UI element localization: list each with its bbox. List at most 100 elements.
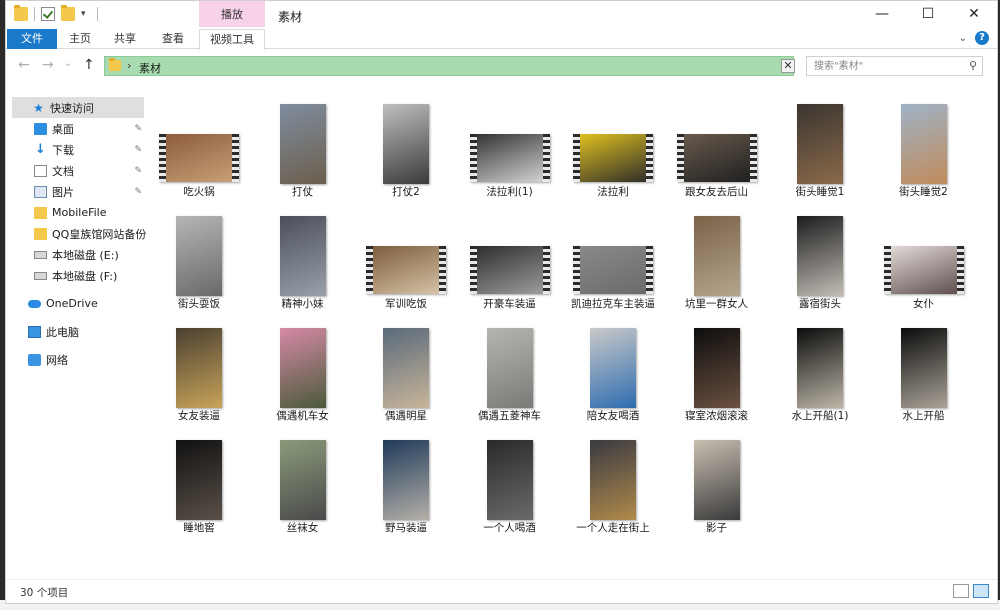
search-input[interactable] — [807, 57, 957, 75]
file-item[interactable]: 水上开船 — [879, 312, 969, 432]
video-thumbnail[interactable] — [672, 328, 762, 410]
file-item[interactable]: 偶遇明星 — [361, 312, 451, 432]
file-item[interactable]: 街头睡觉1 — [775, 88, 865, 208]
help-icon[interactable]: ? — [975, 31, 989, 45]
file-item[interactable]: 打仗 — [258, 88, 348, 208]
recent-locations-button[interactable]: ⌄ — [64, 58, 72, 69]
video-thumbnail[interactable] — [465, 328, 555, 410]
video-thumbnail[interactable] — [672, 216, 762, 298]
file-item[interactable]: 精神小妹 — [258, 200, 348, 320]
video-thumbnail[interactable] — [258, 440, 348, 522]
tab-file[interactable]: 文件 — [7, 29, 57, 49]
video-thumbnail[interactable] — [879, 328, 969, 410]
video-thumbnail[interactable] — [568, 328, 658, 410]
video-thumbnail[interactable] — [154, 216, 244, 298]
context-tab-play[interactable]: 播放 — [199, 1, 265, 27]
sidebar-item-drive-f[interactable]: 本地磁盘 (F:) — [6, 265, 146, 286]
forward-button[interactable]: → — [42, 57, 54, 73]
video-thumbnail[interactable] — [568, 440, 658, 522]
video-thumbnail[interactable] — [361, 328, 451, 410]
pin-icon[interactable]: ✎ — [134, 166, 142, 176]
sidebar-item-downloads[interactable]: ↓ 下载 ✎ — [6, 139, 146, 160]
search-box[interactable]: ⚲ — [806, 56, 983, 76]
file-item[interactable]: 偶遇五菱神车 — [465, 312, 555, 432]
video-thumbnail[interactable] — [154, 440, 244, 522]
file-item[interactable]: 睡地窖 — [154, 424, 244, 544]
pin-icon[interactable]: ✎ — [134, 187, 142, 197]
video-thumbnail[interactable] — [879, 104, 969, 186]
video-thumbnail[interactable] — [361, 440, 451, 522]
back-button[interactable]: ← — [18, 57, 30, 73]
file-item[interactable]: 野马装逼 — [361, 424, 451, 544]
tab-view[interactable]: 查看 — [152, 29, 194, 49]
sidebar-item-this-pc[interactable]: 此电脑 — [6, 321, 146, 342]
folder-icon[interactable] — [14, 5, 28, 21]
tab-home[interactable]: 主页 — [60, 29, 100, 49]
video-thumbnail[interactable] — [568, 216, 658, 298]
video-thumbnail[interactable] — [775, 328, 865, 410]
video-thumbnail[interactable] — [672, 104, 762, 186]
file-item[interactable]: 女仆 — [879, 200, 969, 320]
chevron-down-icon[interactable]: ⌄ — [959, 33, 967, 44]
minimize-button[interactable]: — — [859, 1, 905, 29]
video-thumbnail[interactable] — [258, 328, 348, 410]
sidebar-item-drive-e[interactable]: 本地磁盘 (E:) — [6, 244, 146, 265]
file-item[interactable]: 一个人喝酒 — [465, 424, 555, 544]
customize-toolbar-icon[interactable]: ▾ — [81, 9, 91, 19]
sidebar-item-documents[interactable]: 文档 ✎ — [6, 160, 146, 181]
address-bar[interactable]: › 素材 ⌄ — [104, 56, 794, 76]
tab-video-tools[interactable]: 视频工具 — [199, 29, 265, 50]
new-folder-icon[interactable] — [61, 5, 75, 21]
file-item[interactable]: 凯迪拉克车主装逼 — [568, 200, 658, 320]
file-item[interactable]: 女友装逼 — [154, 312, 244, 432]
video-thumbnail[interactable] — [258, 104, 348, 186]
pin-icon[interactable]: ✎ — [134, 145, 142, 155]
video-thumbnail[interactable] — [775, 216, 865, 298]
tab-share[interactable]: 共享 — [104, 29, 146, 49]
pin-icon[interactable]: ✎ — [134, 124, 142, 134]
video-thumbnail[interactable] — [361, 216, 451, 298]
breadcrumb-separator[interactable]: › — [127, 59, 131, 72]
file-item[interactable]: 法拉利 — [568, 88, 658, 208]
video-thumbnail[interactable] — [775, 104, 865, 186]
video-thumbnail[interactable] — [465, 440, 555, 522]
video-thumbnail[interactable] — [361, 104, 451, 186]
file-item[interactable]: 水上开船(1) — [775, 312, 865, 432]
file-item[interactable]: 街头耍饭 — [154, 200, 244, 320]
file-item[interactable]: 吃火锅 — [154, 88, 244, 208]
file-item[interactable]: 军训吃饭 — [361, 200, 451, 320]
file-item[interactable]: 打仗2 — [361, 88, 451, 208]
properties-icon[interactable] — [41, 7, 55, 21]
close-button[interactable]: ✕ — [951, 1, 997, 29]
breadcrumb[interactable]: 素材 — [139, 60, 161, 76]
file-item[interactable]: 开豪车装逼 — [465, 200, 555, 320]
file-item[interactable]: 一个人走在街上 — [568, 424, 658, 544]
video-thumbnail[interactable] — [465, 216, 555, 298]
file-item[interactable]: 坑里一群女人 — [672, 200, 762, 320]
video-thumbnail[interactable] — [879, 216, 969, 298]
sidebar-item-onedrive[interactable]: OneDrive — [6, 293, 146, 314]
sidebar-item-mobilefile[interactable]: MobileFile — [6, 202, 146, 223]
details-view-icon[interactable] — [953, 584, 969, 598]
file-item[interactable]: 影子 — [672, 424, 762, 544]
video-thumbnail[interactable] — [568, 104, 658, 186]
file-item[interactable]: 露宿街头 — [775, 200, 865, 320]
sidebar-item-qq-backup[interactable]: QQ皇族馆网站备份 — [6, 223, 146, 244]
file-item[interactable]: 街头睡觉2 — [879, 88, 969, 208]
file-item[interactable]: 跟女友去后山 — [672, 88, 762, 208]
file-item[interactable]: 陪女友喝酒 — [568, 312, 658, 432]
sidebar-item-pictures[interactable]: 图片 ✎ — [6, 181, 146, 202]
video-thumbnail[interactable] — [154, 328, 244, 410]
file-item[interactable]: 寝室浓烟滚滚 — [672, 312, 762, 432]
sidebar-item-desktop[interactable]: 桌面 ✎ — [6, 118, 146, 139]
video-thumbnail[interactable] — [672, 440, 762, 522]
clear-address-button[interactable]: ✕ — [781, 59, 795, 73]
video-thumbnail[interactable] — [258, 216, 348, 298]
sidebar-item-quick-access[interactable]: ★ 快速访问 — [12, 97, 144, 118]
video-thumbnail[interactable] — [154, 104, 244, 186]
large-icons-view-icon[interactable] — [973, 584, 989, 598]
sidebar-item-network[interactable]: 网络 — [6, 349, 146, 370]
search-icon[interactable]: ⚲ — [969, 59, 977, 72]
maximize-button[interactable]: ☐ — [905, 1, 951, 29]
file-item[interactable]: 丝袜女 — [258, 424, 348, 544]
